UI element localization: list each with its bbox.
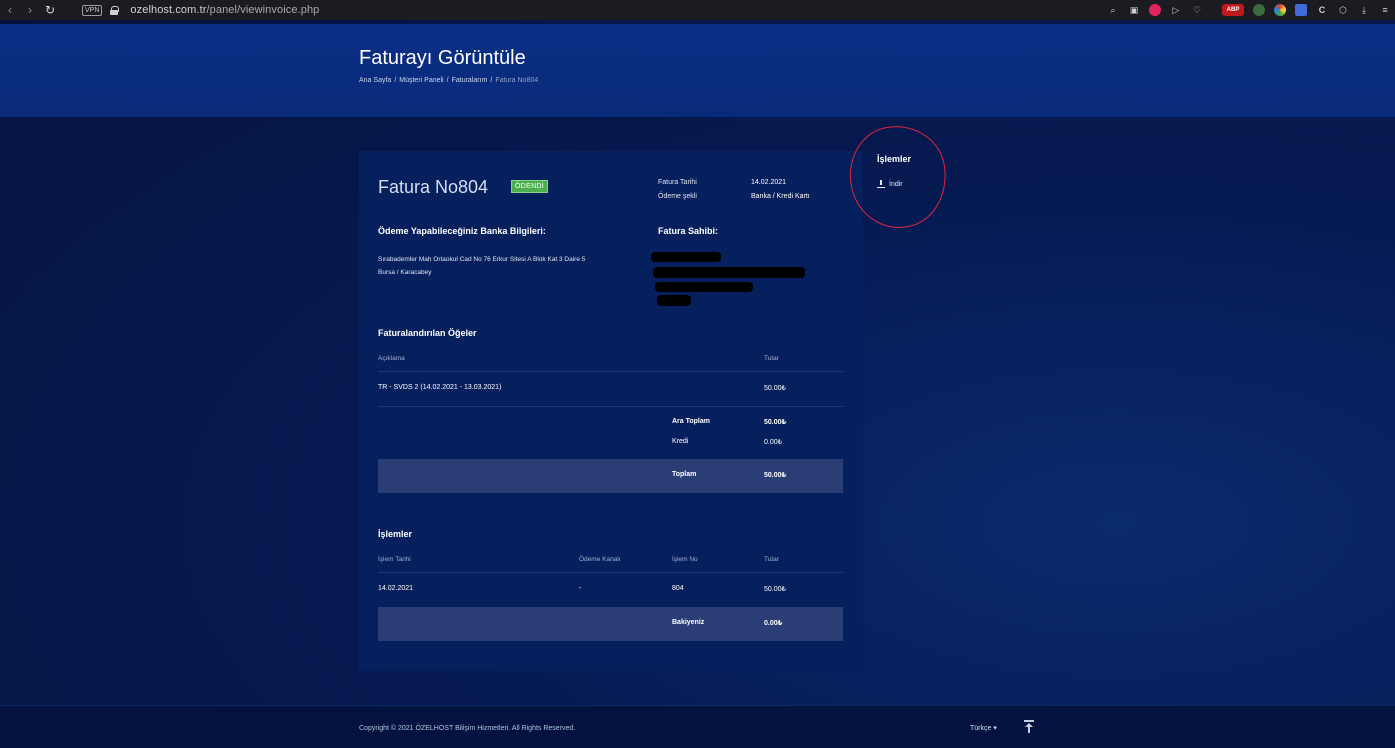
divider xyxy=(378,406,843,407)
extension-cube-icon[interactable] xyxy=(1253,4,1265,16)
redaction-mark xyxy=(651,252,721,262)
tx-amount: 50.00₺ xyxy=(764,586,786,593)
redaction-mark xyxy=(657,295,691,306)
invoice-date-label: Fatura Tarihi xyxy=(658,179,697,186)
breadcrumb-invoices[interactable]: Faturalarım xyxy=(452,77,488,84)
browser-toolbar: ‹ › ↻ VPN ozelhost.com.tr/panel/viewinvo… xyxy=(0,0,1395,20)
address-line: Sırabademler Mah Ortaokul Cad No 76 Erku… xyxy=(378,256,586,263)
items-col-amount: Tutar xyxy=(764,355,779,362)
page-title: Faturayı Görüntüle xyxy=(359,47,526,69)
payment-method-value: Banka / Kredi Kartı xyxy=(751,193,810,200)
total-value: 50.00₺ xyxy=(764,472,787,479)
url-host: ozelhost.com.tr xyxy=(130,4,207,16)
translate-icon[interactable] xyxy=(1295,4,1307,16)
balance-row: Bakiyeniz 0.00₺ xyxy=(378,607,843,641)
tx-col-number: İşlem No xyxy=(672,556,698,563)
address-bar[interactable]: ozelhost.com.tr/panel/viewinvoice.php xyxy=(130,4,319,16)
address-line: Bursa / Karacabey xyxy=(378,269,432,276)
tx-date: 14.02.2021 xyxy=(378,585,414,592)
search-icon[interactable]: ⌕ xyxy=(1107,4,1119,16)
invoice-card: Fatura No804 ÖDENDİ Fatura Tarihi 14.02.… xyxy=(359,151,863,671)
reload-icon[interactable]: ↻ xyxy=(40,0,60,20)
pocket-icon[interactable] xyxy=(1149,4,1161,16)
breadcrumb: Ana Sayfa / Müşteri Paneli / Faturalarım… xyxy=(359,77,538,84)
tx-channel: - xyxy=(579,585,582,592)
billed-items-heading: Faturalandırılan Öğeler xyxy=(378,328,477,338)
breadcrumb-current: Fatura No804 xyxy=(495,77,539,84)
bank-info-heading: Ödeme Yapabileceğiniz Banka Bilgileri: xyxy=(378,226,546,236)
subtotal-label: Ara Toplam xyxy=(672,418,710,425)
credit-value: 0.00₺ xyxy=(764,439,783,446)
url-path: /panel/viewinvoice.php xyxy=(206,4,320,16)
package-icon[interactable]: ⬡ xyxy=(1337,4,1349,16)
tx-col-date: İşlem Tarihi xyxy=(378,556,411,563)
menu-icon[interactable]: ≡ xyxy=(1379,4,1391,16)
back-to-top-arrow xyxy=(1025,723,1033,727)
bank-address: Sırabademler Mah Ortaokul Cad No 76 Erku… xyxy=(378,253,678,279)
footer: Copyright © 2021 ÖZELHOST Bilişim Hizmet… xyxy=(0,705,1395,748)
invoice-date-value: 14.02.2021 xyxy=(751,179,787,186)
breadcrumb-client-panel[interactable]: Müşteri Paneli xyxy=(399,77,443,84)
lock-icon[interactable] xyxy=(110,5,120,15)
balance-value: 0.00₺ xyxy=(764,620,783,627)
invoice-title: Fatura No804 xyxy=(378,177,489,197)
total-label: Toplam xyxy=(672,471,697,478)
invoice-owner-heading: Fatura Sahibi: xyxy=(658,226,719,236)
back-icon[interactable]: ‹ xyxy=(0,0,20,20)
color-picker-icon[interactable] xyxy=(1274,4,1286,16)
subtotal-value: 50.00₺ xyxy=(764,419,787,426)
payment-method-label: Ödeme şekli xyxy=(658,193,697,200)
breadcrumb-separator: / xyxy=(490,77,493,84)
credit-label: Kredi xyxy=(672,438,689,445)
copyright-text: Copyright © 2021 ÖZELHOST Bilişim Hizmet… xyxy=(359,725,576,732)
camera-icon[interactable]: ▣ xyxy=(1128,4,1140,16)
divider xyxy=(378,371,843,372)
breadcrumb-separator: / xyxy=(446,77,449,84)
download-icon[interactable]: ⤓ xyxy=(1358,4,1370,16)
item-amount: 50.00₺ xyxy=(764,385,786,392)
divider xyxy=(378,572,843,573)
vpn-badge[interactable]: VPN xyxy=(82,4,103,16)
breadcrumb-separator: / xyxy=(394,77,397,84)
language-select[interactable]: Türkçe ▾ xyxy=(970,724,997,732)
heart-icon[interactable]: ♡ xyxy=(1191,4,1203,16)
items-col-description: Açıklama xyxy=(378,355,405,362)
page-header: Faturayı Görüntüle Ana Sayfa / Müşteri P… xyxy=(0,24,1395,117)
redaction-mark xyxy=(653,267,805,278)
send-icon[interactable]: ▷ xyxy=(1170,4,1182,16)
balance-label: Bakiyeniz xyxy=(672,619,705,626)
breadcrumb-home[interactable]: Ana Sayfa xyxy=(359,77,391,84)
total-row: Toplam 50.00₺ xyxy=(378,459,843,493)
c-extension-icon[interactable]: C xyxy=(1316,4,1328,16)
tx-col-amount: Tutar xyxy=(764,556,779,563)
transactions-heading: İşlemler xyxy=(378,529,413,539)
status-badge: ÖDENDİ xyxy=(511,180,549,193)
forward-icon[interactable]: › xyxy=(20,0,40,20)
tx-col-channel: Ödeme Kanalı xyxy=(579,556,621,563)
item-description: TR - SVDS 2 (14.02.2021 - 13.03.2021) xyxy=(378,384,502,391)
redaction-mark xyxy=(655,282,753,292)
tx-number: 804 xyxy=(672,585,684,592)
extension-toolbar: ⌕ ▣ ▷ ♡ ABP C ⬡ ⤓ ≡ xyxy=(1107,0,1391,20)
adblock-icon[interactable]: ABP xyxy=(1222,4,1244,16)
